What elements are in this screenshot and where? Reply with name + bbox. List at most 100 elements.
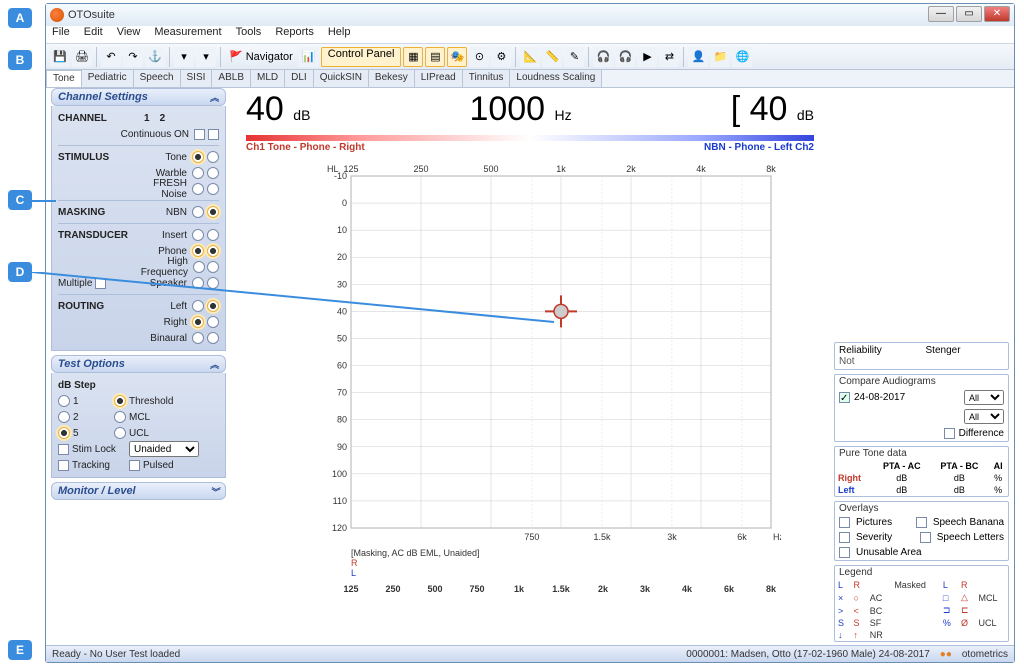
anchor-icon[interactable]: ⚓ [145,47,165,67]
ucl[interactable] [114,427,126,439]
globe-icon[interactable]: 🌐 [732,47,752,67]
headset1-icon[interactable]: 🎧 [593,47,613,67]
monitor-level-header[interactable]: Monitor / Level︾ [51,482,226,500]
tracking-check[interactable] [58,460,69,471]
masking-label: MASKING [58,207,144,218]
menu-measurement[interactable]: Measurement [154,26,221,43]
callout-c-line [32,200,56,202]
target-icon[interactable]: ⊙ [469,47,489,67]
continuous-ch2[interactable] [208,129,219,140]
trans-insert-2[interactable] [207,229,219,241]
redo-icon[interactable]: ↷ [123,47,143,67]
mcl[interactable] [114,411,126,423]
svg-text:80: 80 [337,415,347,425]
svg-text:70: 70 [337,388,347,398]
headset2-icon[interactable]: 🎧 [615,47,635,67]
stimlock-check[interactable] [58,444,69,455]
route-bin-1[interactable] [192,332,204,344]
view2-icon[interactable]: ▤ [425,47,445,67]
stim-warble-2[interactable] [207,167,219,179]
callout-a: A [8,8,32,28]
step-2[interactable] [58,411,70,423]
unaided-select[interactable]: Unaided [129,441,199,457]
stenger-link[interactable]: Stenger [926,345,961,356]
trans-insert-1[interactable] [192,229,204,241]
navigator-button[interactable]: 🚩 Navigator [225,47,297,67]
menu-reports[interactable]: Reports [275,26,314,43]
pictures-check[interactable] [839,517,850,528]
date-check[interactable]: ✓ [839,392,850,403]
test-options-header[interactable]: Test Options︽ [51,355,226,373]
pulsed-check[interactable] [129,460,140,471]
tool2-icon[interactable]: 📏 [542,47,562,67]
tool1-icon[interactable]: 📐 [520,47,540,67]
settings-icon[interactable]: ▾ [196,47,216,67]
route-bin-2[interactable] [207,332,219,344]
swap-icon[interactable]: ⇄ [659,47,679,67]
speech-letters-check[interactable] [920,532,931,543]
tab-speech[interactable]: Speech [134,70,181,87]
tab-lipread[interactable]: LIPread [415,70,463,87]
print-icon[interactable]: 🖨 [72,47,92,67]
unusable-check[interactable] [839,547,850,558]
folder-icon[interactable]: 📁 [710,47,730,67]
mask-nbn-2[interactable] [207,206,219,218]
edit-icon[interactable]: ✎ [564,47,584,67]
menu-view[interactable]: View [117,26,141,43]
severity-check[interactable] [839,532,850,543]
chart-icon[interactable]: 📊 [299,47,319,67]
svg-text:4k: 4k [682,584,693,594]
trans-phone-1[interactable] [192,245,204,257]
menu-edit[interactable]: Edit [84,26,103,43]
view1-icon[interactable]: ▦ [403,47,423,67]
stim-tone-1[interactable] [192,151,204,163]
menu-tools[interactable]: Tools [236,26,262,43]
callout-b: B [8,50,32,70]
user-icon[interactable]: 👤 [688,47,708,67]
threshold[interactable] [114,395,126,407]
play-icon[interactable]: ▶ [637,47,657,67]
tab-pediatric[interactable]: Pediatric [82,70,134,87]
tab-ablb[interactable]: ABLB [212,70,251,87]
stim-tone-2[interactable] [207,151,219,163]
status-patient: 0000001: Madsen, Otto (17-02-1960 Male) … [686,649,930,660]
continuous-ch1[interactable] [194,129,205,140]
undo-icon[interactable]: ↶ [101,47,121,67]
tab-tone[interactable]: Tone [46,70,82,87]
tab-sisi[interactable]: SISI [181,70,213,87]
step-1[interactable] [58,395,70,407]
speech-banana-check[interactable] [916,517,927,528]
tab-dli[interactable]: DLI [285,70,314,87]
svg-text:8k: 8k [766,164,776,174]
tab-mld[interactable]: MLD [251,70,285,87]
channel-settings-header[interactable]: Channel Settings ︽ [51,88,226,106]
trans-phone-2[interactable] [207,245,219,257]
stim-fresh-2[interactable] [207,183,219,195]
control-panel-button[interactable]: Control Panel [321,47,402,67]
tab-quicksin[interactable]: QuickSIN [314,70,369,87]
stim-warble-1[interactable] [192,167,204,179]
tab-loudness[interactable]: Loudness Scaling [510,70,602,87]
stim-fresh-1[interactable] [192,183,204,195]
save-icon[interactable]: 💾 [50,47,70,67]
compare-select1[interactable]: All [964,390,1004,405]
reliability-link[interactable]: Reliability [839,345,882,356]
compare-select2[interactable]: All [964,409,1004,424]
menu-help[interactable]: Help [328,26,351,43]
mask-icon[interactable]: 🎭 [447,47,467,67]
menu-file[interactable]: File [52,26,70,43]
audiogram-chart[interactable]: -100102030405060708090100110120HL1252505… [311,158,781,598]
close-button[interactable]: ✕ [984,6,1010,22]
gear-icon[interactable]: ⚙ [491,47,511,67]
svg-text:1k: 1k [514,584,525,594]
svg-text:6k: 6k [724,584,735,594]
tab-bekesy[interactable]: Bekesy [369,70,415,87]
maximize-button[interactable]: ▭ [956,6,982,22]
step-5[interactable] [58,427,70,439]
tab-tinnitus[interactable]: Tinnitus [463,70,511,87]
mask-nbn-1[interactable] [192,206,204,218]
chevron-up-icon: ︽ [210,358,219,371]
dropdown-icon[interactable]: ▾ [174,47,194,67]
difference-check[interactable] [944,428,955,439]
minimize-button[interactable]: — [928,6,954,22]
